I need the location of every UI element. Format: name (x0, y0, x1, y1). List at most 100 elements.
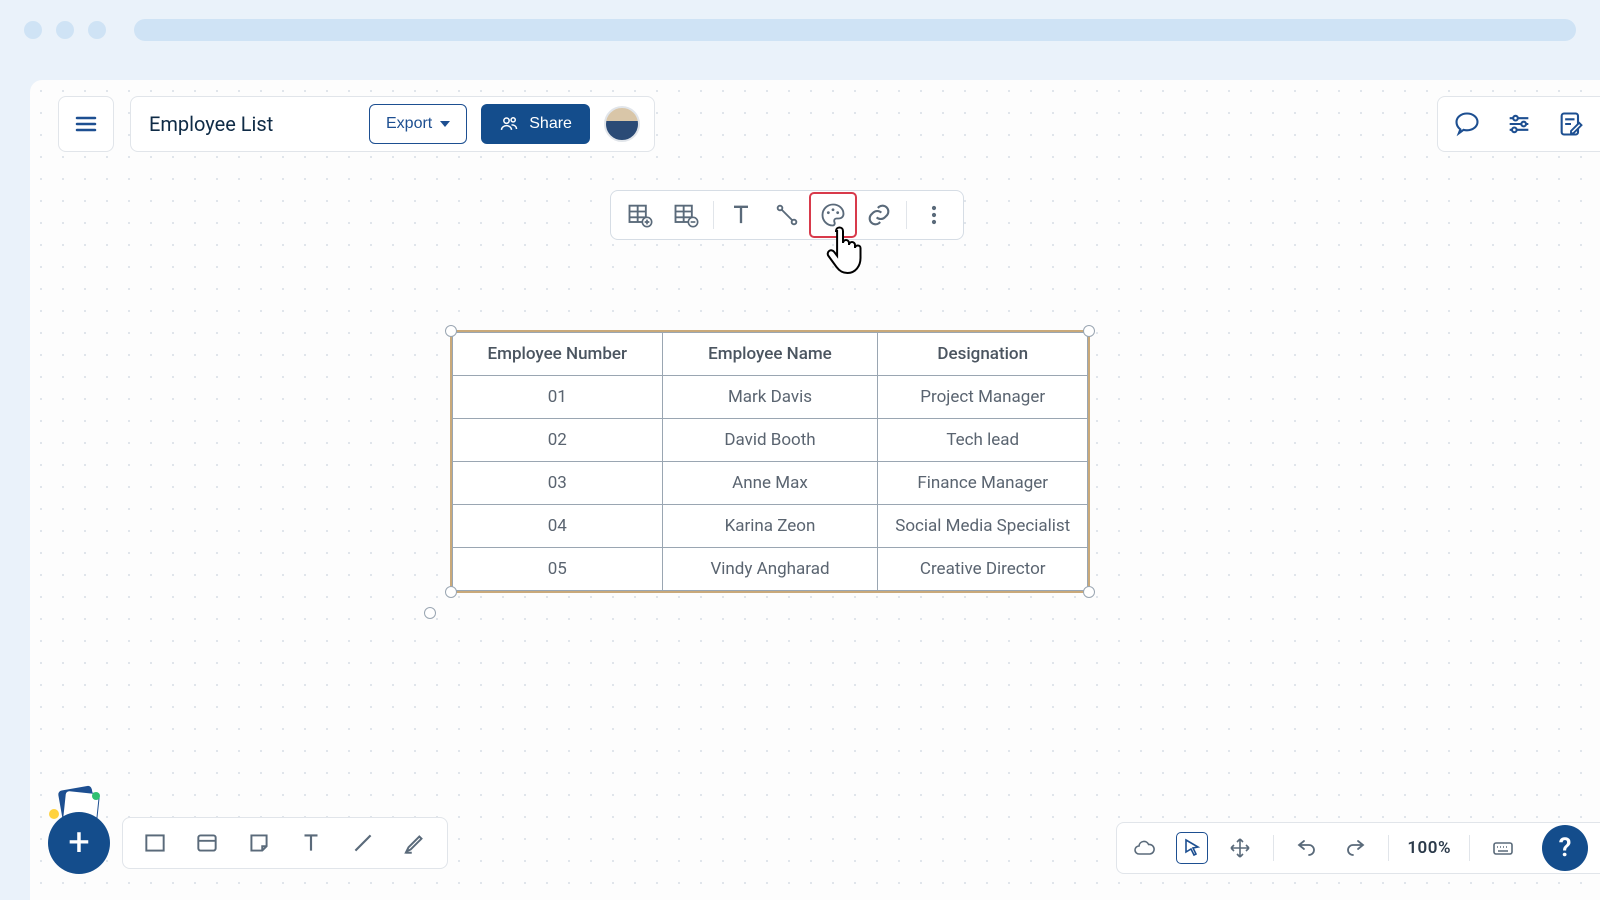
table-add-icon (626, 201, 654, 229)
table-context-toolbar (610, 190, 964, 240)
settings-button[interactable] (1504, 109, 1534, 139)
edit-note-icon (1557, 110, 1585, 138)
sliders-icon (1505, 110, 1533, 138)
text-icon (727, 201, 755, 229)
table-row[interactable]: 05 Vindy Angharad Creative Director (453, 548, 1088, 591)
cell[interactable]: 05 (453, 548, 663, 591)
table-header-row: Employee Number Employee Name Designatio… (453, 333, 1088, 376)
chat-bubble-icon (1453, 110, 1481, 138)
bottom-left-toolbar: + (48, 812, 448, 874)
add-shape-button[interactable]: + (48, 812, 110, 874)
user-avatar[interactable] (604, 106, 640, 142)
cell[interactable]: Mark Davis (662, 376, 878, 419)
cloud-sync-button[interactable] (1129, 833, 1159, 863)
document-header-card: Employee List Export Share (130, 96, 655, 152)
people-icon (499, 114, 519, 134)
share-button[interactable]: Share (481, 104, 590, 144)
cell[interactable]: Tech lead (878, 419, 1088, 462)
remove-row-column-button[interactable] (663, 193, 709, 237)
top-right-toolbar (1437, 96, 1600, 152)
cell[interactable]: Project Manager (878, 376, 1088, 419)
undo-button[interactable] (1292, 833, 1322, 863)
link-icon (865, 201, 893, 229)
table-row[interactable]: 04 Karina Zeon Social Media Specialist (453, 505, 1088, 548)
rectangle-tool-button[interactable] (133, 822, 177, 864)
traffic-light-dot (24, 21, 42, 39)
share-label: Share (529, 115, 572, 133)
cell[interactable]: Karina Zeon (662, 505, 878, 548)
link-button[interactable] (856, 193, 902, 237)
style-palette-button[interactable] (810, 193, 856, 237)
cloud-icon (1132, 836, 1156, 860)
move-icon (1228, 836, 1252, 860)
export-button[interactable]: Export (369, 104, 467, 144)
rotation-handle[interactable] (424, 607, 436, 619)
top-left-toolbar: Employee List Export Share (58, 96, 655, 152)
resize-handle[interactable] (445, 325, 457, 337)
separator (1273, 835, 1274, 861)
column-header[interactable]: Employee Name (662, 333, 878, 376)
separator (1388, 835, 1389, 861)
sticky-note-tool-button[interactable] (237, 822, 281, 864)
kebab-icon (920, 201, 948, 229)
canvas-area[interactable]: Employee List Export Share (30, 80, 1600, 900)
help-button[interactable]: ? (1542, 825, 1588, 871)
redo-button[interactable] (1340, 833, 1370, 863)
table-row[interactable]: 02 David Booth Tech lead (453, 419, 1088, 462)
cell[interactable]: 04 (453, 505, 663, 548)
highlighter-tool-button[interactable] (393, 822, 437, 864)
cell[interactable]: 01 (453, 376, 663, 419)
resize-handle[interactable] (1083, 325, 1095, 337)
highlighter-icon (402, 830, 428, 856)
line-tool-button[interactable] (341, 822, 385, 864)
zoom-level[interactable]: 100% (1407, 838, 1451, 858)
cell[interactable]: David Booth (662, 419, 878, 462)
keyboard-shortcuts-button[interactable] (1488, 833, 1518, 863)
plus-icon: + (68, 821, 90, 865)
table-remove-icon (672, 201, 700, 229)
hamburger-icon (74, 112, 98, 136)
cursor-arrow-icon (1180, 836, 1204, 860)
column-header[interactable]: Designation (878, 333, 1088, 376)
cell[interactable]: Finance Manager (878, 462, 1088, 505)
more-options-button[interactable] (911, 193, 957, 237)
resize-handle[interactable] (1083, 586, 1095, 598)
question-mark-icon: ? (1559, 833, 1572, 863)
text-icon (298, 830, 324, 856)
browser-chrome (0, 0, 1600, 60)
cell[interactable]: Vindy Angharad (662, 548, 878, 591)
separator (1469, 835, 1470, 861)
table-row[interactable]: 03 Anne Max Finance Manager (453, 462, 1088, 505)
url-bar[interactable] (134, 19, 1576, 41)
cell[interactable]: 03 (453, 462, 663, 505)
card-icon (194, 830, 220, 856)
traffic-light-dot (56, 21, 74, 39)
edit-button[interactable] (1556, 109, 1586, 139)
undo-icon (1295, 836, 1319, 860)
employee-table[interactable]: Employee Number Employee Name Designatio… (452, 332, 1088, 591)
cell[interactable]: Social Media Specialist (878, 505, 1088, 548)
text-tool-button[interactable] (718, 193, 764, 237)
table-row[interactable]: 01 Mark Davis Project Manager (453, 376, 1088, 419)
pan-tool-button[interactable] (1225, 833, 1255, 863)
export-label: Export (386, 115, 432, 133)
cell[interactable]: 02 (453, 419, 663, 462)
text-tool-button[interactable] (289, 822, 333, 864)
column-header[interactable]: Employee Number (453, 333, 663, 376)
separator (713, 201, 714, 229)
sticky-note-icon (246, 830, 272, 856)
cell[interactable]: Creative Director (878, 548, 1088, 591)
comments-button[interactable] (1452, 109, 1482, 139)
employee-table-shape[interactable]: Employee Number Employee Name Designatio… (450, 330, 1090, 593)
cell[interactable]: Anne Max (662, 462, 878, 505)
menu-button[interactable] (58, 96, 114, 152)
line-tool-button[interactable] (764, 193, 810, 237)
card-tool-button[interactable] (185, 822, 229, 864)
traffic-light-dot (88, 21, 106, 39)
document-title[interactable]: Employee List (145, 112, 355, 136)
add-row-column-button[interactable] (617, 193, 663, 237)
separator (906, 201, 907, 229)
resize-handle[interactable] (445, 586, 457, 598)
pointer-tool-button[interactable] (1177, 833, 1207, 863)
caret-down-icon (440, 121, 450, 127)
